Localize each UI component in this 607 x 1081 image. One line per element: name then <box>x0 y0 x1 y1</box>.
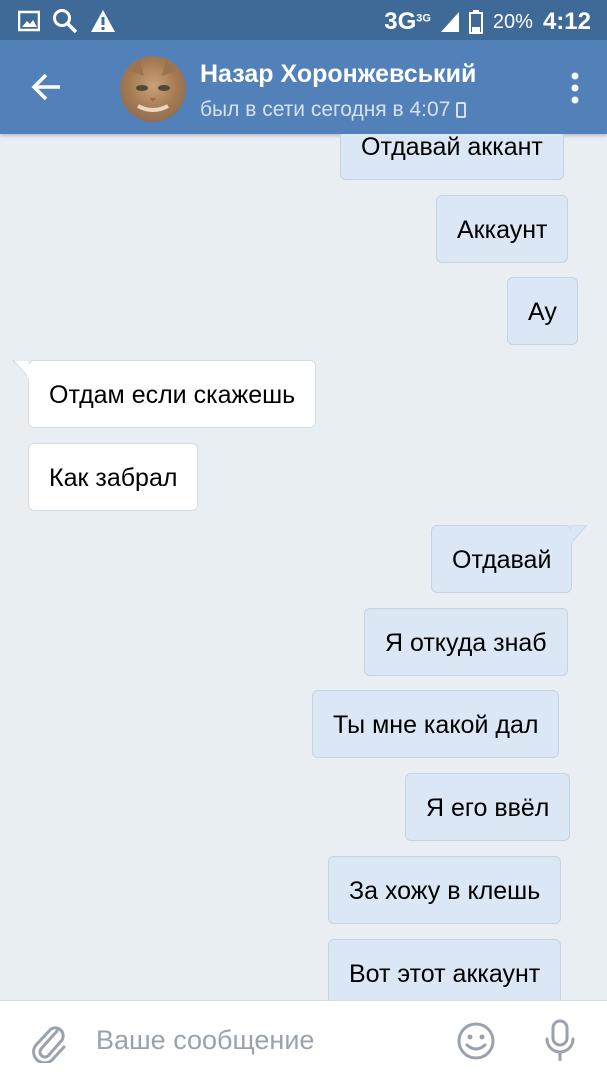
signal-icon <box>440 12 459 32</box>
message-incoming[interactable]: Отдам если скажешь <box>13 360 317 428</box>
message-composer: Ваше сообщение <box>0 1000 607 1081</box>
message-input[interactable]: Ваше сообщение <box>96 1025 314 1056</box>
last-seen-status: был в сети сегодня в 4:07 <box>200 98 467 122</box>
image-icon <box>18 10 40 32</box>
contact-name[interactable]: Назар Хоронжевський <box>200 60 476 89</box>
message-outgoing[interactable]: Я откуда знаб <box>364 608 568 676</box>
bubble-tail <box>571 525 588 543</box>
network-type: 3G3G <box>384 8 431 35</box>
message-incoming[interactable]: Как забрал <box>28 443 199 511</box>
search-icon <box>53 9 78 34</box>
arrow-left-icon[interactable] <box>30 70 64 104</box>
mobile-phone-icon <box>456 102 467 118</box>
smile-icon[interactable] <box>456 1021 496 1061</box>
bubble-tail <box>13 360 29 378</box>
message-outgoing[interactable]: Ты мне какой дал <box>312 690 560 758</box>
chat-header: Назар Хоронжевський был в сети сегодня в… <box>0 40 607 134</box>
message-list[interactable]: Отдавай аккант Аккаунт Ау Отдам если ска… <box>0 134 607 1000</box>
message-outgoing[interactable]: Аккаунт <box>436 195 569 263</box>
paperclip-icon[interactable] <box>30 1021 68 1063</box>
avatar[interactable] <box>120 56 186 122</box>
status-bar: 3G3G 20% 4:12 <box>0 0 607 40</box>
last-seen-text: был в сети сегодня в 4:07 <box>200 98 451 121</box>
message-outgoing[interactable]: Отдавай аккант <box>340 134 564 180</box>
message-outgoing[interactable]: Вот этот аккаунт <box>328 939 562 1000</box>
battery-icon <box>468 10 483 34</box>
microphone-icon[interactable] <box>542 1019 578 1063</box>
warning-icon <box>91 10 115 32</box>
message-outgoing[interactable]: Я его ввёл <box>405 773 571 841</box>
clock: 4:12 <box>542 8 591 35</box>
message-outgoing[interactable]: Отдавай <box>431 525 588 593</box>
message-outgoing[interactable]: За хожу в клешь <box>328 856 562 924</box>
battery-percent: 20% <box>492 10 533 33</box>
more-vertical-icon[interactable] <box>571 72 579 104</box>
message-outgoing[interactable]: Ау <box>507 277 578 345</box>
